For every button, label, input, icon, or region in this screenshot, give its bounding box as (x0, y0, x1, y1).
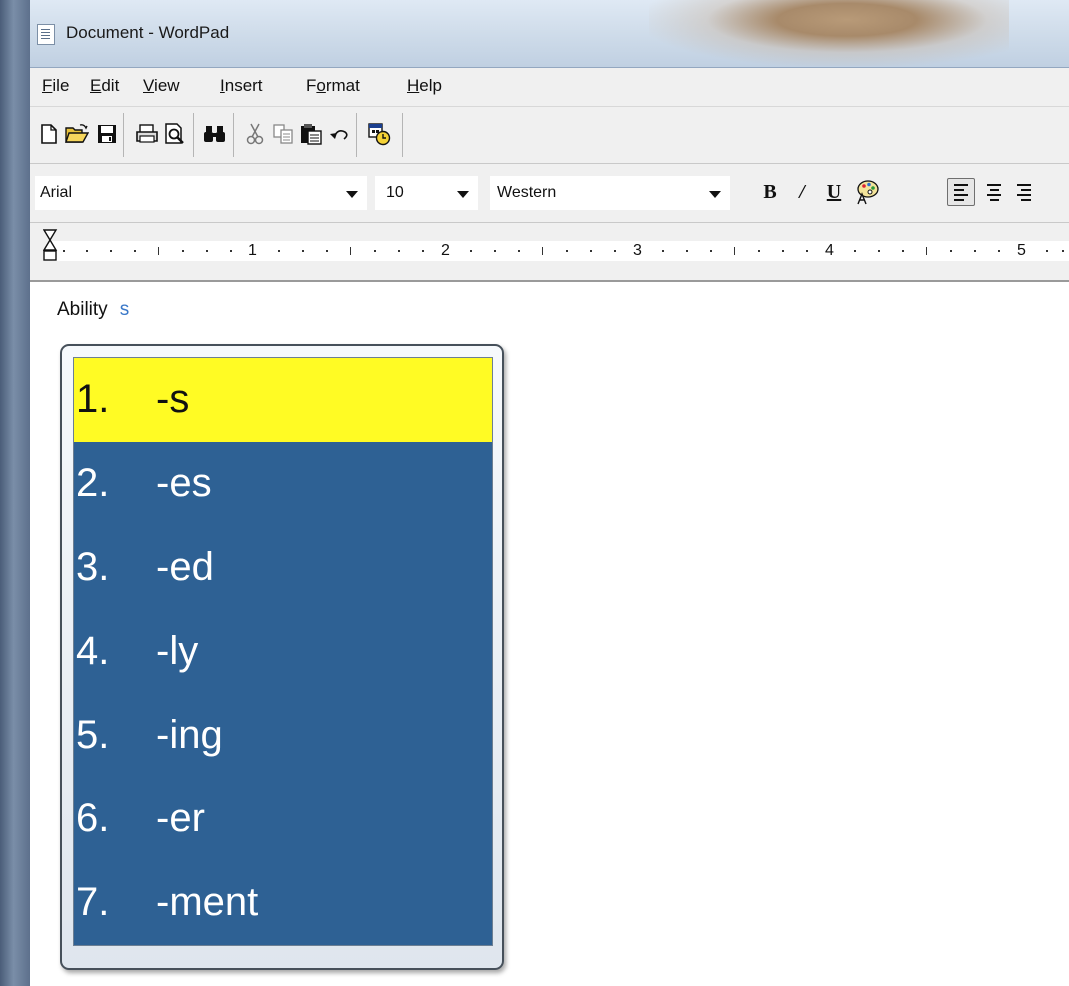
prediction-number: 6. (76, 796, 110, 841)
cut-icon[interactable] (242, 121, 268, 147)
wordpad-window: Document - WordPad File Edit View Insert… (30, 0, 1069, 986)
insert-datetime-icon[interactable] (366, 121, 392, 147)
bold-button[interactable]: B (756, 178, 784, 206)
toolbar-separator (233, 113, 234, 157)
menu-format[interactable]: Format (306, 76, 360, 96)
prediction-word: -es (156, 461, 212, 506)
align-right-button[interactable] (1010, 178, 1038, 206)
menu-help[interactable]: Help (407, 76, 442, 96)
ruler-number: 1 (248, 242, 257, 259)
print-preview-icon[interactable] (162, 121, 188, 147)
italic-button[interactable]: / (788, 178, 816, 206)
color-palette-icon[interactable] (853, 178, 881, 206)
open-icon[interactable] (64, 121, 90, 147)
save-icon[interactable] (94, 121, 120, 147)
window-title: Document - WordPad (66, 23, 230, 42)
font-name-value: Arial (40, 184, 73, 201)
ruler[interactable]: 1 2 3 4 5 (30, 223, 1069, 282)
prediction-word: -s (156, 377, 190, 422)
menu-bar: File Edit View Insert Format Help (30, 68, 1069, 107)
typed-text: s (119, 299, 130, 320)
prediction-number: 2. (76, 461, 110, 506)
format-bar: Arial 10 Western B / U (30, 164, 1069, 223)
prediction-list: 1. -s 2. -es 3. -ed 4. -ly 5. -ing 6. -e… (73, 357, 493, 946)
prediction-item-2[interactable]: 2. -es (74, 442, 492, 526)
menu-edit[interactable]: Edit (90, 76, 119, 96)
prediction-number: 7. (76, 880, 110, 925)
ruler-number: 5 (1017, 242, 1026, 259)
font-name-combo[interactable]: Arial (35, 176, 367, 210)
font-size-combo[interactable]: 10 (375, 176, 478, 210)
prediction-word: -ment (156, 880, 259, 925)
ruler-number: 2 (441, 242, 450, 259)
toolbar-separator (402, 113, 403, 157)
menu-insert[interactable]: Insert (220, 76, 263, 96)
prediction-number: 1. (76, 377, 110, 422)
prediction-item-1[interactable]: 1. -s (74, 358, 492, 442)
find-icon[interactable] (202, 121, 228, 147)
undo-icon[interactable] (326, 121, 352, 147)
underline-button[interactable]: U (820, 178, 848, 206)
chevron-down-icon[interactable] (457, 191, 469, 198)
ruler-track: 1 2 3 4 5 (52, 241, 1069, 261)
prediction-number: 5. (76, 712, 110, 757)
prediction-word: -ing (156, 712, 223, 757)
title-bar[interactable]: Document - WordPad (30, 0, 1069, 68)
menu-file[interactable]: File (42, 76, 69, 96)
chevron-down-icon[interactable] (346, 191, 358, 198)
prediction-item-5[interactable]: 5. -ing (74, 693, 492, 777)
document-text[interactable]: Ability s (57, 299, 129, 321)
font-size-value: 10 (386, 184, 404, 201)
script-value: Western (497, 184, 557, 201)
wordpad-app-icon[interactable] (37, 24, 55, 45)
copy-icon[interactable] (270, 121, 296, 147)
align-left-icon (954, 183, 968, 201)
align-center-button[interactable] (980, 178, 1008, 206)
prediction-number: 4. (76, 628, 110, 673)
toolbar-separator (193, 113, 194, 157)
title-bar-glow (649, 0, 1009, 66)
indent-marker-icon[interactable] (43, 229, 59, 273)
align-left-button[interactable] (947, 178, 975, 206)
prediction-word: -ly (156, 628, 199, 673)
toolbar-separator (356, 113, 357, 157)
align-center-icon (987, 183, 1001, 201)
prediction-item-7[interactable]: 7. -ment (74, 861, 492, 945)
desktop-background (0, 0, 30, 986)
prediction-number: 3. (76, 544, 110, 589)
standard-toolbar (30, 107, 1069, 164)
prediction-item-3[interactable]: 3. -ed (74, 526, 492, 610)
new-icon[interactable] (36, 121, 62, 147)
toolbar-separator (123, 113, 124, 157)
menu-view[interactable]: View (143, 76, 180, 96)
chevron-down-icon[interactable] (709, 191, 721, 198)
prediction-word: -er (156, 796, 205, 841)
prediction-item-6[interactable]: 6. -er (74, 777, 492, 861)
ruler-number: 4 (825, 242, 834, 259)
document-editor[interactable]: Ability s 1. -s 2. -es 3. -ed 4. -ly 5. … (30, 282, 1069, 986)
script-combo[interactable]: Western (490, 176, 730, 210)
prediction-word: -ed (156, 544, 214, 589)
ruler-number: 3 (633, 242, 642, 259)
align-right-icon (1017, 183, 1031, 201)
word-prediction-popup: 1. -s 2. -es 3. -ed 4. -ly 5. -ing 6. -e… (60, 344, 504, 970)
prediction-item-4[interactable]: 4. -ly (74, 609, 492, 693)
document-word: Ability (57, 299, 108, 320)
paste-icon[interactable] (298, 121, 324, 147)
print-icon[interactable] (134, 121, 160, 147)
